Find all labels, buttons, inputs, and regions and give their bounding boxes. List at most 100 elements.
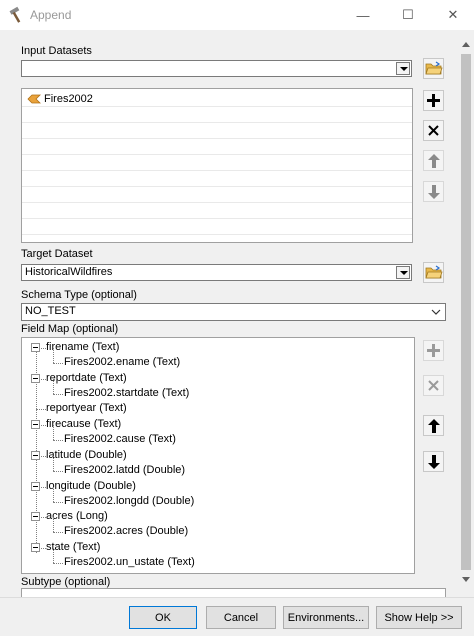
move-up-button[interactable] xyxy=(423,150,444,171)
window-title: Append xyxy=(30,8,72,22)
list-item[interactable]: Fires2002 xyxy=(22,91,412,107)
maximize-button[interactable]: ☐ xyxy=(390,0,426,30)
tree-node[interactable]: latitude (Double) xyxy=(22,448,414,463)
field-map-down-button[interactable] xyxy=(423,451,444,472)
hammer-icon xyxy=(9,6,21,23)
x-icon xyxy=(428,380,439,391)
tree-node[interactable]: Fires2002.latdd (Double) xyxy=(22,456,414,478)
field-name: longitude (Double) xyxy=(46,480,136,492)
tree-connector xyxy=(53,425,54,440)
schema-type-value: NO_TEST xyxy=(25,305,76,317)
dropdown-arrow-icon[interactable] xyxy=(396,266,410,279)
source-field: Fires2002.longdd (Double) xyxy=(64,495,195,507)
title-bar: Append — ☐ ✕ xyxy=(0,0,474,30)
list-item xyxy=(22,123,412,139)
remove-button[interactable] xyxy=(423,120,444,141)
input-datasets-combo[interactable] xyxy=(21,60,412,77)
field-map-tree[interactable]: firename (Text) Fires2002.ename (Text) r… xyxy=(21,337,415,574)
list-item xyxy=(22,219,412,235)
target-dataset-value: HistoricalWildfires xyxy=(25,266,113,278)
open-folder-icon xyxy=(424,61,443,75)
open-folder-icon xyxy=(424,265,443,279)
tree-node[interactable]: firename (Text) xyxy=(22,340,414,355)
show-help-button[interactable]: Show Help >> xyxy=(376,606,462,629)
chevron-down-icon[interactable] xyxy=(431,309,441,315)
cancel-button[interactable]: Cancel xyxy=(206,606,276,629)
collapse-toggle[interactable] xyxy=(31,343,40,352)
subtype-label: Subtype (optional) xyxy=(21,576,111,588)
ok-button[interactable]: OK xyxy=(129,606,197,629)
tree-connector xyxy=(53,563,63,564)
field-name: acres (Long) xyxy=(46,510,108,522)
tree-connector xyxy=(53,456,54,471)
close-button[interactable]: ✕ xyxy=(435,0,471,30)
tree-node[interactable]: Fires2002.ename (Text) xyxy=(22,348,414,370)
tree-node[interactable]: Fires2002.startdate (Text) xyxy=(22,379,414,401)
feature-class-icon xyxy=(27,94,41,104)
target-dataset-label: Target Dataset xyxy=(21,248,93,260)
tree-node[interactable]: Fires2002.un_ustate (Text) xyxy=(22,548,414,570)
tree-node[interactable]: acres (Long) xyxy=(22,509,414,524)
field-map-add-button[interactable] xyxy=(423,340,444,361)
source-field: Fires2002.un_ustate (Text) xyxy=(64,556,195,568)
plus-icon xyxy=(427,94,440,107)
arrow-down-icon xyxy=(427,184,440,199)
move-down-button[interactable] xyxy=(423,181,444,202)
field-name: reportdate (Text) xyxy=(46,372,127,384)
tree-node[interactable]: state (Text) xyxy=(22,540,414,555)
tree-node[interactable]: reportdate (Text) xyxy=(22,371,414,386)
plus-icon xyxy=(427,344,440,357)
field-name: firecause (Text) xyxy=(46,418,122,430)
vertical-scrollbar[interactable] xyxy=(458,36,474,590)
tree-connector xyxy=(53,471,63,472)
tree-node[interactable]: Fires2002.acres (Double) xyxy=(22,517,414,539)
field-name: state (Text) xyxy=(46,541,101,553)
list-item-label: Fires2002 xyxy=(44,93,93,105)
tree-connector xyxy=(53,440,63,441)
tree-connector xyxy=(36,409,46,410)
add-button[interactable] xyxy=(423,90,444,111)
environments-button[interactable]: Environments... xyxy=(283,606,369,629)
field-name: reportyear (Text) xyxy=(46,402,127,414)
browse-input-button[interactable] xyxy=(423,58,444,79)
tree-node[interactable]: longitude (Double) xyxy=(22,479,414,494)
list-item xyxy=(22,139,412,155)
field-map-up-button[interactable] xyxy=(423,415,444,436)
tree-connector xyxy=(53,502,63,503)
x-icon xyxy=(428,125,439,136)
schema-type-label: Schema Type (optional) xyxy=(21,289,137,301)
browse-target-button[interactable] xyxy=(423,262,444,283)
subtype-field[interactable] xyxy=(21,588,446,597)
minimize-button[interactable]: — xyxy=(345,0,381,30)
arrow-down-icon xyxy=(427,454,440,469)
tree-node[interactable]: Fires2002.cause (Text) xyxy=(22,425,414,447)
dropdown-arrow-icon[interactable] xyxy=(396,62,410,75)
collapse-toggle[interactable] xyxy=(31,512,40,521)
field-name: latitude (Double) xyxy=(46,449,127,461)
target-dataset-combo[interactable]: HistoricalWildfires xyxy=(21,264,412,281)
tree-connector xyxy=(53,348,54,363)
schema-type-select[interactable]: NO_TEST xyxy=(21,303,446,321)
field-map-label: Field Map (optional) xyxy=(21,323,119,335)
source-field: Fires2002.latdd (Double) xyxy=(64,464,186,476)
source-field: Fires2002.acres (Double) xyxy=(64,525,189,537)
scroll-thumb[interactable] xyxy=(461,54,471,570)
list-item xyxy=(22,203,412,219)
collapse-toggle[interactable] xyxy=(31,420,40,429)
collapse-toggle[interactable] xyxy=(31,374,40,383)
source-field: Fires2002.ename (Text) xyxy=(64,356,181,368)
collapse-toggle[interactable] xyxy=(31,482,40,491)
list-item xyxy=(22,155,412,171)
tree-node[interactable]: reportyear (Text) xyxy=(22,401,414,416)
scroll-up-icon[interactable] xyxy=(462,42,470,47)
tree-connector xyxy=(53,394,63,395)
tree-node[interactable]: Fires2002.longdd (Double) xyxy=(22,487,414,509)
tree-node[interactable]: firecause (Text) xyxy=(22,417,414,432)
input-datasets-list[interactable]: Fires2002 xyxy=(21,88,413,243)
source-field: Fires2002.startdate (Text) xyxy=(64,387,190,399)
scroll-down-icon[interactable] xyxy=(462,577,470,582)
list-item xyxy=(22,171,412,187)
collapse-toggle[interactable] xyxy=(31,451,40,460)
collapse-toggle[interactable] xyxy=(31,543,40,552)
field-map-remove-button[interactable] xyxy=(423,375,444,396)
